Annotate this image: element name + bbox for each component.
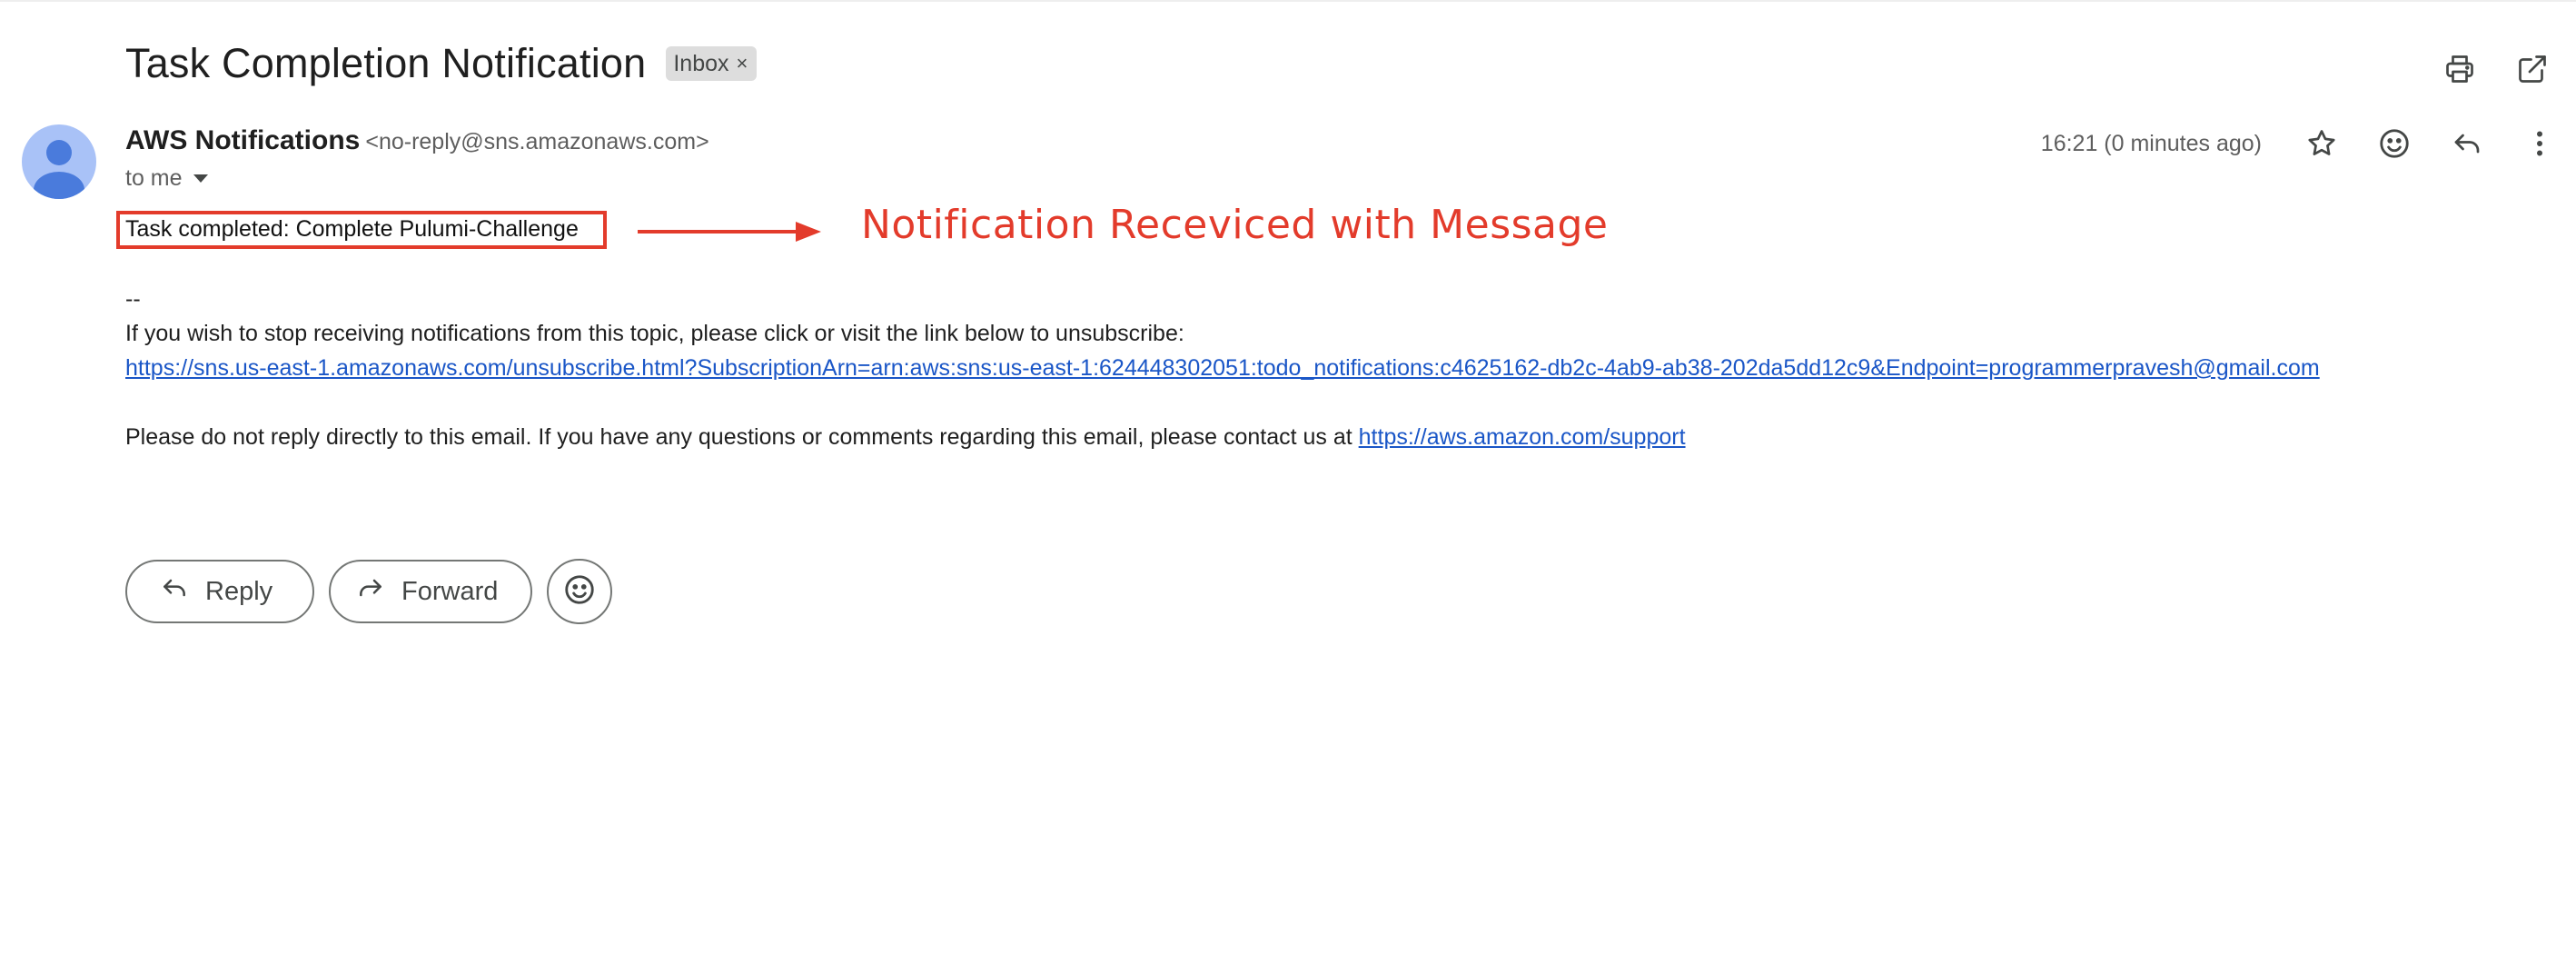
reply-pill-button[interactable]: Reply (125, 560, 314, 623)
message-line: Task completed: Complete Pulumi-Challeng… (125, 216, 579, 242)
signature-separator: -- (125, 286, 141, 312)
unsubscribe-text: If you wish to stop receiving notificati… (125, 321, 1184, 346)
top-actions (2431, 40, 2576, 98)
footer-text: Please do not reply directly to this ema… (125, 424, 1359, 450)
star-icon (2305, 127, 2338, 160)
avatar[interactable] (22, 124, 96, 199)
print-button[interactable] (2431, 40, 2489, 98)
print-icon (2443, 53, 2476, 85)
more-options-button[interactable] (2503, 114, 2576, 173)
unsubscribe-link-line: https://sns.us-east-1.amazonaws.com/unsu… (125, 355, 2320, 382)
subject-row: Task Completion Notification Inbox × (125, 35, 758, 93)
open-in-new-window-button[interactable] (2503, 40, 2561, 98)
recipient-label: to me (125, 165, 183, 191)
more-vert-icon (2523, 127, 2556, 160)
sender-email: <no-reply@sns.amazonaws.com> (365, 129, 709, 154)
forward-icon (356, 573, 401, 610)
annotation-text: Notification Receviced with Message (861, 202, 1609, 248)
emoji-reaction-icon (2377, 126, 2412, 161)
label-chip-inbox[interactable]: Inbox × (666, 46, 758, 81)
recipient-details-toggle[interactable]: to me (125, 165, 208, 192)
open-in-new-window-icon (2516, 53, 2549, 85)
chevron-down-icon (193, 174, 208, 183)
email-subject: Task Completion Notification (125, 40, 647, 86)
reply-button[interactable] (2431, 114, 2503, 173)
unsubscribe-link[interactable]: https://sns.us-east-1.amazonaws.com/unsu… (125, 355, 2320, 381)
sender-name[interactable]: AWS Notifications (125, 125, 360, 156)
bottom-actions: Reply Forward (125, 559, 612, 624)
avatar-person-icon (34, 140, 84, 199)
sender-row: AWS Notifications <no-reply@sns.amazonaw… (125, 125, 709, 156)
reply-icon (160, 573, 205, 610)
footer-line: Please do not reply directly to this ema… (125, 424, 1686, 451)
emoji-reaction-icon (562, 572, 597, 611)
label-remove-button[interactable]: × (737, 52, 748, 75)
label-chip-text: Inbox (673, 50, 729, 76)
timestamp: 16:21 (0 minutes ago) (2040, 130, 2262, 156)
star-button[interactable] (2285, 114, 2358, 173)
support-link[interactable]: https://aws.amazon.com/support (1359, 424, 1686, 450)
forward-button-label: Forward (401, 576, 499, 606)
message-actions: 16:21 (0 minutes ago) (2041, 114, 2576, 173)
add-reaction-button[interactable] (2358, 114, 2431, 173)
reply-button-label: Reply (205, 576, 273, 606)
email-view: Task Completion Notification Inbox × AWS… (0, 0, 2576, 974)
forward-pill-button[interactable]: Forward (329, 560, 532, 623)
annotation-arrow-icon (636, 216, 823, 252)
top-divider (0, 0, 2576, 2)
emoji-reaction-button[interactable] (547, 559, 612, 624)
reply-icon (2451, 127, 2483, 160)
